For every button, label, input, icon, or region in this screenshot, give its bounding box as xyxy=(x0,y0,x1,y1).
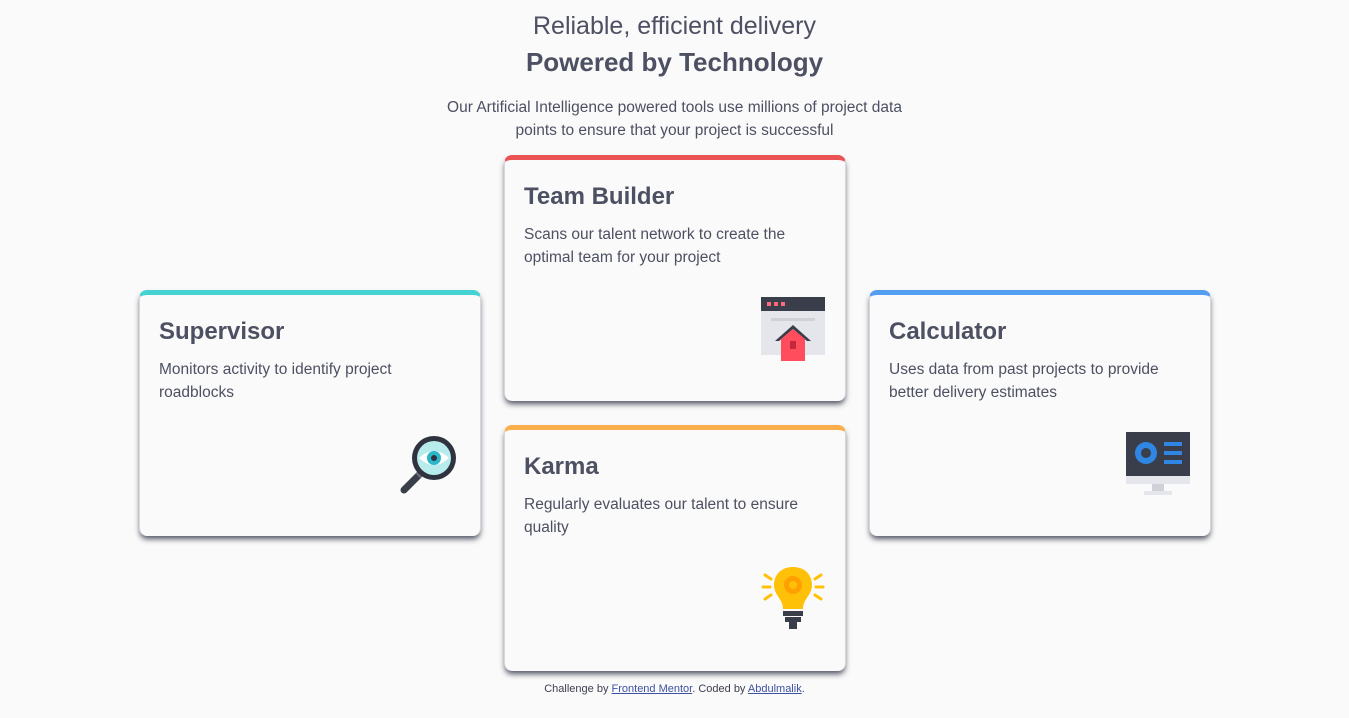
author-link[interactable]: Abdulmalik xyxy=(748,683,802,695)
card-title: Supervisor xyxy=(159,318,285,345)
card-calculator: Calculator Uses data from past projects … xyxy=(869,290,1211,536)
intro-paragraph: Our Artificial Intelligence powered tool… xyxy=(447,99,902,139)
card-title: Calculator xyxy=(889,318,1007,345)
attribution-footer: Challenge by Frontend Mentor. Coded by A… xyxy=(0,683,1349,695)
card-description: Regularly evaluates our talent to ensure… xyxy=(524,496,798,536)
card-description: Uses data from past projects to provide … xyxy=(889,361,1159,401)
card-karma: Karma Regularly evaluates our talent to … xyxy=(504,425,846,671)
browser-home-icon xyxy=(761,297,825,361)
magnifier-eye-icon xyxy=(400,436,456,494)
section-header: Reliable, efficient delivery Powered by … xyxy=(0,11,1349,142)
eyebrow-heading: Reliable, efficient delivery xyxy=(532,12,817,40)
main-headline: Powered by Technology xyxy=(525,47,824,77)
frontend-mentor-link[interactable]: Frontend Mentor xyxy=(612,683,693,695)
card-description: Monitors activity to identify project ro… xyxy=(159,361,392,401)
card-description: Scans our talent network to create the o… xyxy=(524,226,786,266)
card-supervisor: Supervisor Monitors activity to identify… xyxy=(139,290,481,536)
monitor-chart-icon xyxy=(1126,432,1190,495)
card-title: Team Builder xyxy=(524,183,675,210)
page: Reliable, efficient delivery Powered by … xyxy=(0,0,1349,718)
attribution-middle: . Coded by xyxy=(692,683,748,695)
card-team-builder: Team Builder Scans our talent network to… xyxy=(504,155,846,401)
attribution-suffix: . xyxy=(801,683,805,695)
attribution-prefix: Challenge by xyxy=(544,683,612,695)
card-title: Karma xyxy=(524,453,599,480)
lightbulb-gear-icon xyxy=(761,567,825,629)
